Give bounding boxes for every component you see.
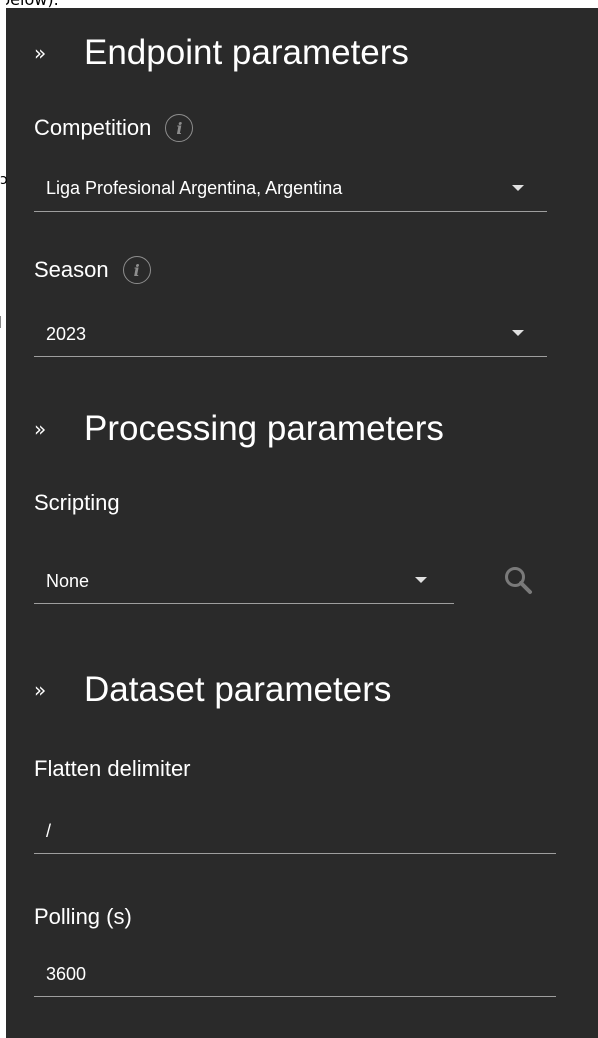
caret-down-icon[interactable] xyxy=(512,185,524,191)
flatten-delimiter-label-text: Flatten delimiter xyxy=(34,756,191,781)
flatten-delimiter-value[interactable]: / xyxy=(46,821,51,842)
edge-divider xyxy=(0,316,7,328)
double-chevron-down-icon[interactable]: » xyxy=(34,43,64,63)
double-chevron-down-icon[interactable]: » xyxy=(34,680,64,700)
scripting-label-text: Scripting xyxy=(34,490,120,515)
top-edge xyxy=(0,0,598,8)
scripting-select[interactable]: None xyxy=(34,560,454,604)
endpoint-parameters-header[interactable]: » Endpoint parameters xyxy=(34,31,409,75)
search-icon[interactable] xyxy=(500,562,540,602)
left-edge xyxy=(0,0,6,1038)
caret-down-icon[interactable] xyxy=(415,577,427,583)
section-title: Dataset parameters xyxy=(84,670,392,709)
scripting-value: None xyxy=(46,571,90,591)
flatten-delimiter-label: Flatten delimiter xyxy=(34,752,191,786)
info-icon[interactable]: i xyxy=(165,114,194,142)
dataset-parameters-header[interactable]: » Dataset parameters xyxy=(34,668,391,712)
competition-value: Liga Profesional Argentina, Argentina xyxy=(46,178,343,198)
season-label: Season i xyxy=(34,253,151,287)
edge-fragment: ↄ xyxy=(0,172,8,188)
polling-value[interactable]: 3600 xyxy=(46,964,86,985)
clipped-top-text: below). xyxy=(0,0,59,9)
section-title: Endpoint parameters xyxy=(84,33,409,72)
info-icon[interactable]: i xyxy=(122,256,151,284)
competition-label-text: Competition xyxy=(34,115,152,140)
season-select[interactable]: 2023 xyxy=(34,313,547,357)
caret-down-icon[interactable] xyxy=(512,330,524,336)
season-label-text: Season xyxy=(34,257,109,282)
flatten-delimiter-input[interactable]: / xyxy=(34,810,556,854)
season-value: 2023 xyxy=(46,324,87,344)
scripting-label: Scripting xyxy=(34,486,120,520)
processing-parameters-header[interactable]: » Processing parameters xyxy=(34,407,444,451)
section-title: Processing parameters xyxy=(84,409,444,448)
double-chevron-down-icon[interactable]: » xyxy=(34,419,64,439)
polling-label: Polling (s) xyxy=(34,900,132,934)
competition-select[interactable]: Liga Profesional Argentina, Argentina xyxy=(34,168,547,212)
polling-label-text: Polling (s) xyxy=(34,904,132,929)
polling-input[interactable]: 3600 xyxy=(34,953,556,997)
competition-label: Competition i xyxy=(34,111,194,145)
